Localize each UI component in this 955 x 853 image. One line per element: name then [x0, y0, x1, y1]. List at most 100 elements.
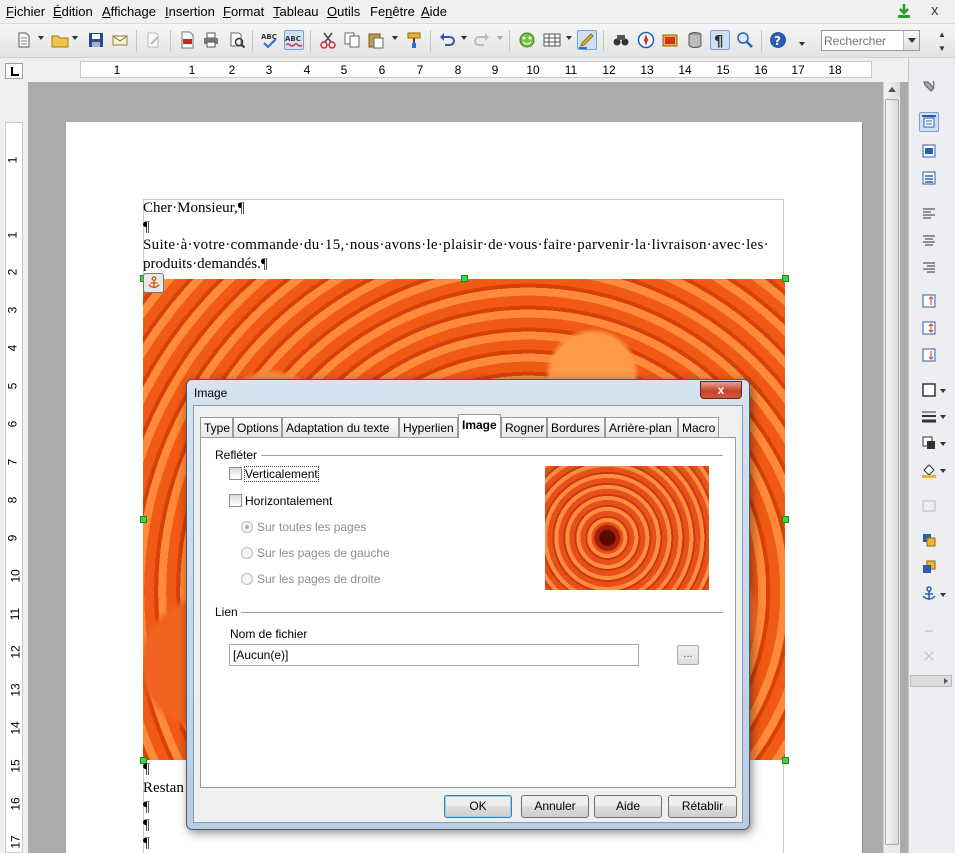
doc-line-after-image-4[interactable]: ¶	[143, 817, 150, 834]
radio-all-pages[interactable]	[241, 521, 253, 533]
anchor-dropdown[interactable]	[940, 593, 946, 597]
horizontal-checkbox[interactable]	[229, 494, 242, 507]
tab-background[interactable]: Arrière-plan	[605, 417, 678, 437]
bring-to-front-icon[interactable]	[919, 530, 939, 550]
align-center-icon[interactable]	[919, 230, 939, 250]
resize-handle-left[interactable]	[140, 516, 147, 523]
browse-button[interactable]: ...	[677, 645, 699, 665]
email-icon[interactable]	[110, 30, 130, 50]
vertical-bottom-icon[interactable]	[919, 345, 939, 365]
table-dropdown[interactable]	[566, 36, 572, 40]
resize-handle-top-right[interactable]	[782, 275, 789, 282]
menu-affichage[interactable]: Affichage	[102, 4, 156, 19]
cut-icon[interactable]	[318, 30, 338, 50]
dialog-close-button[interactable]: x	[700, 381, 742, 399]
data-sources-icon[interactable]	[685, 30, 705, 50]
background-color-icon[interactable]	[919, 460, 939, 480]
undo-icon[interactable]	[437, 30, 457, 50]
resize-handle-top[interactable]	[461, 275, 468, 282]
toolbar-scroll-down-icon[interactable]: ▼	[938, 44, 946, 53]
vertical-top-icon[interactable]	[919, 291, 939, 311]
background-color-dropdown[interactable]	[940, 469, 946, 473]
edit-file-icon[interactable]	[143, 30, 163, 50]
menu-insertion[interactable]: Insertion	[165, 4, 215, 19]
doc-line-after-image-1[interactable]: ¶	[143, 761, 150, 778]
menu-aide[interactable]: Aide	[421, 4, 447, 19]
menu-format[interactable]: Format	[223, 4, 264, 19]
clone-format-icon[interactable]	[404, 30, 424, 50]
table-icon[interactable]	[542, 30, 562, 50]
doc-line-body[interactable]: Suite·à·votre·commande·du·15,·nous·avons…	[143, 237, 769, 254]
zoom-icon[interactable]	[735, 30, 755, 50]
gallery-image-icon[interactable]	[660, 30, 680, 50]
redo-dropdown[interactable]	[497, 36, 503, 40]
cancel-button[interactable]: Annuler	[521, 795, 589, 818]
save-icon[interactable]	[86, 30, 106, 50]
doc-line-greeting[interactable]: Cher·Monsieur,¶	[143, 200, 245, 217]
doc-line-products[interactable]: produits·demandés.¶	[143, 256, 268, 273]
redo-icon[interactable]	[472, 30, 492, 50]
new-document-icon[interactable]	[14, 30, 34, 50]
search-dropdown-button[interactable]	[903, 31, 919, 50]
toolbar-options-dropdown[interactable]	[799, 42, 805, 46]
tab-options[interactable]: Options	[233, 417, 282, 437]
doc-line-after-image-3[interactable]: ¶	[143, 799, 150, 816]
vertical-label[interactable]: Verticalement	[244, 466, 319, 482]
export-pdf-icon[interactable]	[177, 30, 197, 50]
radio-right-pages[interactable]	[241, 573, 253, 585]
tab-borders[interactable]: Bordures	[547, 417, 605, 437]
doc-line-after-image-5[interactable]: ¶	[143, 835, 150, 852]
tab-macro[interactable]: Macro	[678, 417, 719, 437]
help-button[interactable]: Aide	[594, 795, 662, 818]
scroll-up-button[interactable]	[884, 82, 900, 98]
anchor-icon[interactable]	[143, 273, 164, 293]
search-box[interactable]	[821, 30, 920, 51]
doc-line-empty[interactable]: ¶	[143, 219, 150, 236]
copy-icon[interactable]	[342, 30, 362, 50]
border-icon[interactable]	[919, 380, 939, 400]
autospellcheck-icon[interactable]: ABC	[284, 30, 304, 50]
tab-hyperlink[interactable]: Hyperlien	[399, 417, 458, 437]
find-replace-icon[interactable]	[611, 30, 631, 50]
paste-dropdown[interactable]	[392, 36, 398, 40]
send-to-back-icon[interactable]	[919, 557, 939, 577]
open-dropdown[interactable]	[72, 36, 78, 40]
formatting-marks-icon[interactable]: ¶	[710, 30, 730, 50]
scroll-thumb[interactable]	[885, 99, 899, 845]
resize-handle-right[interactable]	[782, 516, 789, 523]
vertical-center-icon[interactable]	[919, 318, 939, 338]
filename-field[interactable]	[229, 644, 639, 666]
resize-handle-bottom-right[interactable]	[782, 757, 789, 764]
menu-edition[interactable]: Édition	[53, 4, 93, 19]
ok-button[interactable]: OK	[444, 795, 512, 818]
horizontal-label[interactable]: Horizontalement	[245, 494, 332, 508]
doc-line-after-image-2[interactable]: Restan	[143, 780, 184, 797]
tab-image[interactable]: Image	[458, 414, 501, 438]
border-color-icon[interactable]	[919, 433, 939, 453]
paste-icon[interactable]	[366, 30, 386, 50]
anchor-menu-icon[interactable]	[919, 584, 939, 604]
navigator-icon[interactable]	[636, 30, 656, 50]
help-icon[interactable]: ?	[768, 30, 788, 50]
toolbar-scroll-up-icon[interactable]: ▲	[938, 30, 946, 39]
undo-dropdown[interactable]	[461, 36, 467, 40]
align-top-icon[interactable]	[919, 112, 939, 132]
toolbar-scroll-right[interactable]	[910, 675, 952, 687]
draw-functions-icon[interactable]	[577, 30, 597, 50]
tab-stop-selector[interactable]	[5, 63, 23, 79]
line-style-icon[interactable]	[919, 406, 939, 426]
reset-button[interactable]: Rétablir	[668, 795, 737, 818]
border-color-dropdown[interactable]	[940, 442, 946, 446]
open-folder-icon[interactable]	[50, 30, 70, 50]
menu-fichier[interactable]: Fichier	[6, 4, 45, 19]
align-left-icon[interactable]	[919, 203, 939, 223]
align-bottom-icon[interactable]	[919, 168, 939, 188]
tab-type[interactable]: Type	[200, 417, 233, 437]
new-document-dropdown[interactable]	[38, 36, 44, 40]
horizontal-ruler[interactable]: 1 1 2 3 4 5 6 7 8 9 10 11 12 13 14 15 16 17 18	[80, 61, 872, 78]
tab-text-wrap[interactable]: Adaptation du texte	[282, 417, 399, 437]
close-document-icon[interactable]: x	[931, 2, 939, 19]
link-frames-icon[interactable]	[919, 496, 939, 516]
border-dropdown[interactable]	[940, 389, 946, 393]
menu-outils[interactable]: Outils	[327, 4, 360, 19]
